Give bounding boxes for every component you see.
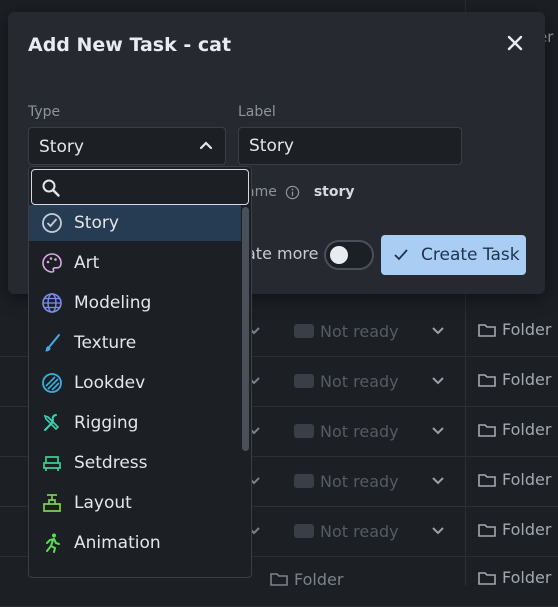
option-rigging[interactable]: Rigging — [29, 405, 241, 441]
name-value: story — [313, 184, 355, 200]
folder-cell[interactable]: Folder — [270, 568, 343, 590]
status-badge-icon — [294, 474, 314, 488]
folder-icon — [478, 571, 496, 585]
tools-icon — [41, 412, 63, 434]
close-icon[interactable] — [504, 32, 526, 54]
create-task-button[interactable]: Create Task — [381, 235, 526, 275]
option-texture[interactable]: Texture — [29, 325, 241, 361]
lookdev-icon — [41, 372, 63, 394]
status-cell[interactable]: Not ready — [294, 370, 399, 392]
option-story[interactable]: Story — [29, 205, 241, 241]
folder-icon — [270, 573, 288, 586]
create-task-label: Create Task — [421, 245, 520, 265]
chevron-up-icon — [199, 141, 213, 150]
chevron-down-icon[interactable] — [430, 322, 446, 338]
type-dropdown[interactable]: Story Art Modeling Texture Lookdev Riggi… — [28, 166, 252, 578]
status-badge-icon — [294, 374, 314, 388]
search-input[interactable] — [68, 174, 242, 202]
folder-cell[interactable]: Folder — [478, 370, 551, 389]
search-icon — [42, 179, 60, 197]
folder-cell[interactable]: Folder — [478, 420, 551, 439]
dropdown-search[interactable] — [31, 169, 249, 205]
name-row: ame story — [246, 184, 355, 200]
create-more-label: ate more — [246, 244, 319, 263]
folder-icon — [478, 323, 496, 337]
status-cell[interactable]: Not ready — [294, 420, 399, 442]
option-animation[interactable]: Animation — [29, 525, 241, 561]
folder-icon — [478, 423, 496, 437]
label-input[interactable] — [238, 127, 462, 165]
dialog-title: Add New Task - cat — [28, 34, 232, 56]
chevron-down-icon[interactable] — [430, 372, 446, 388]
dropdown-scrollbar[interactable] — [242, 207, 249, 451]
check-icon — [394, 249, 408, 261]
palette-icon — [41, 252, 63, 274]
status-badge-icon — [294, 324, 314, 338]
layout-icon — [41, 492, 63, 514]
create-more-toggle[interactable] — [324, 240, 374, 270]
status-badge-icon — [294, 424, 314, 438]
folder-icon — [478, 473, 496, 487]
running-icon — [41, 532, 63, 554]
folder-icon — [478, 373, 496, 387]
option-lookdev[interactable]: Lookdev — [29, 365, 241, 401]
status-cell[interactable]: Not ready — [294, 320, 399, 342]
status-badge-icon — [294, 524, 314, 538]
chevron-down-icon[interactable] — [430, 472, 446, 488]
folder-cell[interactable]: Folder — [478, 470, 551, 489]
label-field-label: Label — [238, 104, 276, 120]
chevron-down-icon[interactable] — [430, 522, 446, 538]
chair-icon — [41, 452, 63, 474]
status-cell[interactable]: Not ready — [294, 470, 399, 492]
folder-cell[interactable]: Folder — [478, 568, 551, 587]
status-cell[interactable]: Not ready — [294, 520, 399, 542]
option-art[interactable]: Art — [29, 245, 241, 281]
folder-cell[interactable]: Folder — [478, 320, 551, 339]
type-select-value: Story — [39, 137, 84, 157]
toggle-knob — [330, 246, 348, 264]
option-setdress[interactable]: Setdress — [29, 445, 241, 481]
option-layout[interactable]: Layout — [29, 485, 241, 521]
brush-icon — [41, 332, 63, 354]
chevron-down-icon[interactable] — [430, 422, 446, 438]
type-field-label: Type — [28, 104, 61, 120]
folder-cell[interactable]: Folder — [478, 520, 551, 539]
folder-icon — [478, 523, 496, 537]
info-icon[interactable] — [285, 185, 300, 200]
type-select[interactable]: Story — [28, 127, 226, 165]
check-circle-icon — [41, 212, 63, 234]
option-modeling[interactable]: Modeling — [29, 285, 241, 321]
globe-icon — [41, 292, 63, 314]
